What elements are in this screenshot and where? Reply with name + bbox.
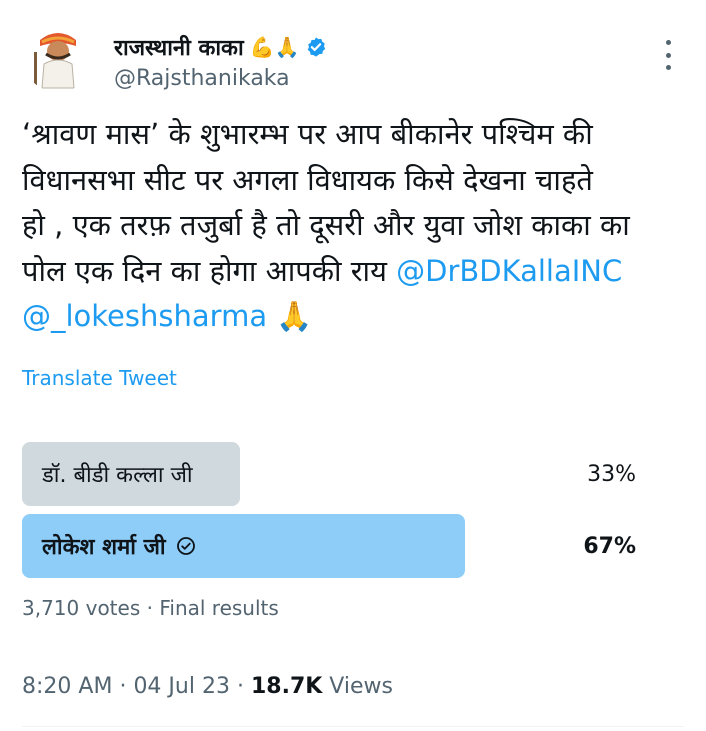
views-count[interactable]: 18.7K [251, 674, 322, 699]
divider [22, 726, 684, 727]
poll-option-percent: 67% [583, 533, 636, 559]
verified-badge-icon [305, 36, 327, 58]
author-handle[interactable]: @Rajsthanikaka [114, 66, 290, 91]
author-display-name[interactable]: राजस्थानी काका [114, 32, 244, 62]
tweet-meta: 8:20 AM · 04 Jul 23 · 18.7K Views [22, 674, 393, 699]
poll-option-label: डॉ. बीडी कल्ला जी [42, 442, 193, 506]
mention-link[interactable]: @DrBDKallaINC [396, 254, 622, 288]
tweet-date[interactable]: 04 Jul 23 [133, 674, 230, 699]
more-dot [665, 40, 671, 45]
poll-footer: 3,710 votes · Final results [22, 596, 279, 620]
avatar[interactable] [22, 20, 94, 92]
check-circle-icon [176, 536, 196, 556]
tweet-line: ‘श्रावण मास’ के शुभारम्भ पर आप बीकानेर प… [22, 117, 593, 151]
folded-hands-emoji: 🙏 [276, 299, 313, 333]
poll-option-label: लोकेश शर्मा जी [42, 514, 196, 578]
avatar-image [22, 20, 94, 92]
poll-status: Final results [159, 596, 279, 620]
separator-dot: · [146, 596, 153, 620]
poll-vote-count: 3,710 votes [22, 596, 141, 620]
more-dot [665, 65, 671, 70]
separator-dot: · [236, 674, 244, 699]
tweet-line: विधानसभा सीट पर अगला विधायक किसे देखना च… [22, 162, 593, 197]
poll-option-text: लोकेश शर्मा जी [42, 535, 166, 560]
mention-link[interactable]: @_lokeshsharma [22, 299, 267, 333]
translate-tweet-link[interactable]: Translate Tweet [22, 366, 177, 390]
poll-option-text: डॉ. बीडी कल्ला जी [42, 463, 193, 488]
tweet-time[interactable]: 8:20 AM [22, 674, 112, 699]
poll-option-percent: 33% [587, 461, 636, 487]
tweet-line-with-mention: @_lokeshsharma 🙏 [22, 294, 686, 340]
views-label: Views [329, 674, 393, 699]
separator-dot: · [119, 674, 127, 699]
author-name-row[interactable]: राजस्थानी काका 💪🙏 [114, 32, 327, 62]
tweet-line-text: पोल एक दिन का होगा आपकी राय [22, 253, 397, 288]
more-dot [665, 52, 671, 58]
tweet-text: ‘श्रावण मास’ के शुभारम्भ पर आप बीकानेर प… [22, 112, 686, 340]
poll-option-winner[interactable]: लोकेश शर्मा जी 67% [22, 514, 684, 578]
tweet-header: राजस्थानी काका 💪🙏 @Rajsthanikaka [0, 0, 706, 110]
tweet-line: हो , एक तरफ़ तजुर्बा है तो दूसरी और युवा… [22, 208, 630, 242]
more-options-icon[interactable] [656, 40, 680, 70]
tweet-line-with-mention: पोल एक दिन का होगा आपकी राय @DrBDKallaIN… [22, 249, 686, 295]
poll-option[interactable]: डॉ. बीडी कल्ला जी 33% [22, 442, 684, 506]
name-emoji: 💪🙏 [249, 35, 300, 59]
